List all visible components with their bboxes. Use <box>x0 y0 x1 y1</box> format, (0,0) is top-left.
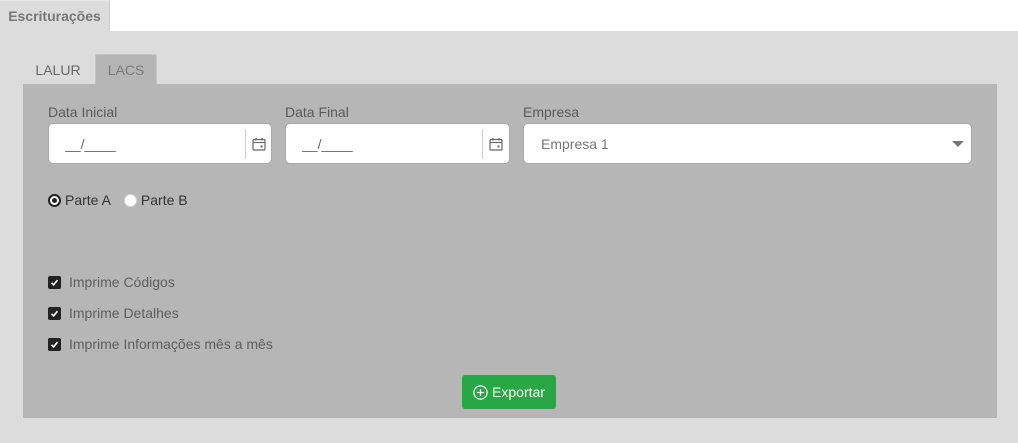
lacs-form-panel: Data Inicial Data Final Empresa __/____ … <box>23 84 997 418</box>
radio-parte-a[interactable]: Parte A <box>48 192 111 208</box>
radio-parte-b[interactable]: Parte B <box>123 192 188 208</box>
data-final-calendar-button[interactable] <box>482 128 508 159</box>
plus-circle-icon <box>473 384 488 400</box>
checkbox-imprime-codigos-label: Imprime Códigos <box>69 274 175 290</box>
data-inicial-field <box>48 123 272 164</box>
checkbox-imprime-detalhes-label: Imprime Detalhes <box>69 305 179 321</box>
export-button[interactable]: Exportar <box>462 375 556 409</box>
check-icon <box>48 337 61 351</box>
tab-escrituracoes[interactable]: Escriturações <box>0 0 110 31</box>
radio-checked-indicator <box>48 193 61 207</box>
empresa-selected-value: Empresa 1 <box>541 135 609 152</box>
top-tab-bar: Escriturações <box>0 0 1018 31</box>
chevron-down-icon <box>952 140 964 147</box>
radio-unchecked-indicator <box>123 193 137 207</box>
data-final-field <box>285 123 510 164</box>
checkbox-imprime-mes-a-mes-label: Imprime Informações mês a mês <box>69 336 273 352</box>
check-icon <box>48 275 61 289</box>
check-icon <box>48 306 61 320</box>
calendar-icon <box>251 137 266 151</box>
calendar-icon <box>488 137 503 151</box>
checkbox-imprime-codigos[interactable]: Imprime Códigos <box>48 274 175 290</box>
tab-lalur[interactable]: LALUR <box>23 54 93 85</box>
parte-radio-group: Parte A Parte B <box>48 192 201 208</box>
content-area: LALUR LACS Data Inicial Data Final Empre… <box>0 31 1018 443</box>
radio-parte-a-label: Parte A <box>65 192 111 208</box>
export-button-label: Exportar <box>492 384 545 400</box>
data-inicial-calendar-button[interactable] <box>245 128 271 159</box>
empresa-label: Empresa <box>523 104 580 120</box>
data-final-label: Data Final <box>285 104 349 120</box>
checkbox-imprime-detalhes[interactable]: Imprime Detalhes <box>48 305 179 321</box>
empresa-select[interactable]: Empresa 1 <box>523 123 972 164</box>
checkbox-imprime-mes-a-mes[interactable]: Imprime Informações mês a mês <box>48 336 273 352</box>
data-inicial-label: Data Inicial <box>48 104 118 120</box>
data-final-input[interactable] <box>286 124 482 163</box>
tab-lacs[interactable]: LACS <box>95 54 157 85</box>
data-inicial-input[interactable] <box>49 124 245 163</box>
radio-parte-b-label: Parte B <box>140 192 188 208</box>
page: Escriturações LALUR LACS Data Inicial Da… <box>0 0 1018 443</box>
